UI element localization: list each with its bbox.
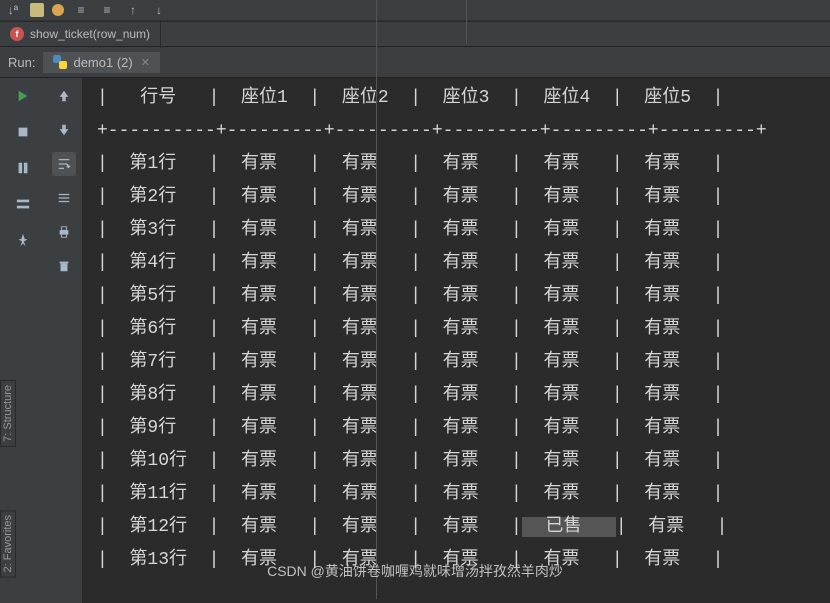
rerun-icon[interactable] (11, 84, 35, 108)
up-icon[interactable]: ↑ (124, 1, 142, 19)
wrap-icon[interactable] (52, 152, 76, 176)
python-icon (53, 55, 67, 69)
arrow-down-icon[interactable] (52, 118, 76, 142)
function-icon: f (10, 27, 24, 41)
file-tab-row: f show_ticket(row_num) (0, 21, 830, 46)
sort-icon[interactable]: ↓ª (4, 1, 22, 19)
arrow-up-icon[interactable] (52, 84, 76, 108)
close-icon[interactable]: ✕ (141, 56, 150, 69)
trash-icon[interactable] (52, 254, 76, 278)
pause-icon[interactable] (11, 156, 35, 180)
gutter-right (46, 78, 83, 603)
stop-icon[interactable] (11, 120, 35, 144)
side-tab-favorites[interactable]: 2: Favorites (0, 510, 16, 577)
run-tab-label: demo1 (2) (73, 55, 132, 70)
top-toolbar: ↓ª ≡ ≡ ↑ ↓ (0, 0, 830, 21)
file-tab-show-ticket[interactable]: f show_ticket(row_num) (0, 20, 161, 48)
print-icon[interactable] (52, 220, 76, 244)
file-tab-label: show_ticket(row_num) (30, 27, 150, 41)
side-tab-structure[interactable]: 7: Structure (0, 380, 16, 447)
pin-icon[interactable] (11, 228, 35, 252)
run-tab-demo1[interactable]: demo1 (2) ✕ (43, 52, 159, 73)
scroll-icon[interactable] (52, 186, 76, 210)
watermark: CSDN @黄油饼卷咖喱鸡就味增汤拌孜然羊肉炒 (267, 561, 563, 581)
collapse-icon[interactable]: ≡ (72, 1, 90, 19)
main-area: | 行号 | 座位1 | 座位2 | 座位3 | 座位4 | 座位5 | +--… (0, 78, 830, 603)
run-tool-window-header: Run: demo1 (2) ✕ (0, 46, 830, 78)
highlight-icon[interactable] (30, 3, 44, 17)
layout-icon[interactable] (11, 192, 35, 216)
down-icon[interactable]: ↓ (150, 1, 168, 19)
lamp-icon[interactable] (52, 4, 64, 16)
vertical-divider (466, 0, 467, 44)
run-label: Run: (0, 55, 43, 70)
vertical-divider (376, 0, 377, 599)
console-output[interactable]: | 行号 | 座位1 | 座位2 | 座位3 | 座位4 | 座位5 | +--… (83, 78, 830, 603)
expand-icon[interactable]: ≡ (98, 1, 116, 19)
